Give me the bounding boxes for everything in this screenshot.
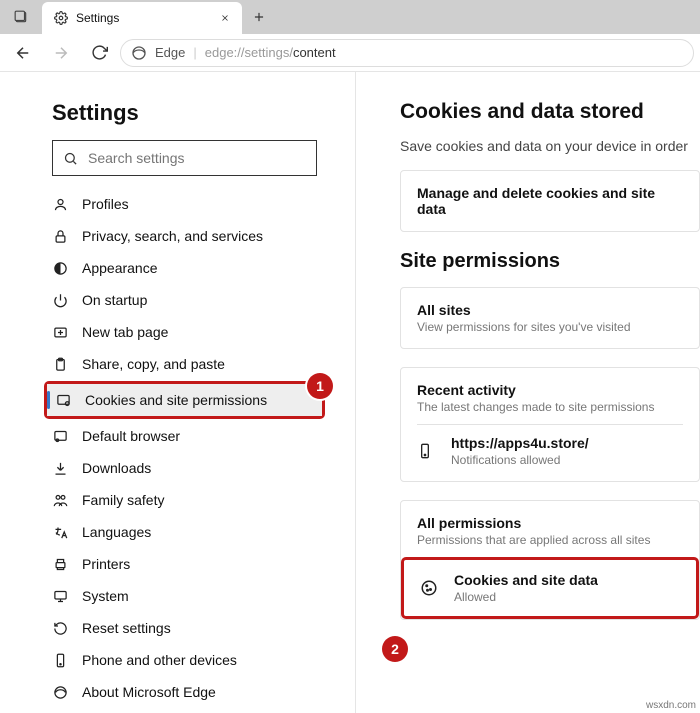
nav-label: Phone and other devices <box>82 652 237 668</box>
nav-cookies-permissions[interactable]: Cookies and site permissions <box>47 384 322 416</box>
activity-status: Notifications allowed <box>451 453 589 467</box>
watermark: wsxdn.com <box>646 700 696 711</box>
cookies-permission-row[interactable]: Cookies and site data Allowed <box>404 560 696 616</box>
recent-activity-title: Recent activity <box>417 382 683 398</box>
download-icon <box>52 461 68 476</box>
cookies-subtext: Save cookies and data on your device in … <box>400 138 700 154</box>
nav-label: New tab page <box>82 324 168 340</box>
settings-nav: Profiles Privacy, search, and services A… <box>44 188 337 708</box>
nav-label: Printers <box>82 556 130 572</box>
tab-title: Settings <box>76 11 212 25</box>
lock-icon <box>52 229 68 244</box>
nav-label: Reset settings <box>82 620 171 636</box>
cookies-heading: Cookies and data stored <box>400 100 700 124</box>
browser-toolbar: Edge | edge://settings/content <box>0 34 700 72</box>
edge-logo-icon <box>131 45 147 61</box>
refresh-button[interactable] <box>82 38 116 68</box>
tab-actions-icon[interactable] <box>0 0 42 34</box>
forward-button[interactable] <box>44 38 78 68</box>
profile-icon <box>52 197 68 212</box>
nav-label: Languages <box>82 524 151 540</box>
all-sites-desc: View permissions for sites you've visite… <box>417 320 683 334</box>
gear-icon <box>54 11 68 25</box>
all-permissions-desc: Permissions that are applied across all … <box>417 533 683 547</box>
search-settings[interactable] <box>52 140 317 176</box>
nav-about[interactable]: About Microsoft Edge <box>44 676 337 708</box>
address-url-path: content <box>293 45 336 60</box>
nav-phone[interactable]: Phone and other devices <box>44 644 337 676</box>
nav-label: Downloads <box>82 460 151 476</box>
nav-share[interactable]: Share, copy, and paste <box>44 348 337 380</box>
settings-content: Cookies and data stored Save cookies and… <box>356 72 700 713</box>
clipboard-icon <box>52 357 68 372</box>
address-url-scheme: edge://settings/ <box>205 45 293 60</box>
phone-icon <box>52 653 68 668</box>
cookie-icon <box>420 579 438 597</box>
system-icon <box>52 589 68 604</box>
power-icon <box>52 293 68 308</box>
close-tab-icon[interactable] <box>220 13 230 23</box>
nav-label: Share, copy, and paste <box>82 356 225 372</box>
printer-icon <box>52 557 68 572</box>
perm-row-title: Cookies and site data <box>454 572 598 588</box>
nav-system[interactable]: System <box>44 580 337 612</box>
nav-label: Profiles <box>82 196 129 212</box>
back-button[interactable] <box>6 38 40 68</box>
nav-label: Cookies and site permissions <box>85 392 267 408</box>
activity-site: https://apps4u.store/ <box>451 435 589 451</box>
family-icon <box>52 493 68 508</box>
phone-icon <box>417 443 433 459</box>
nav-label: System <box>82 588 129 604</box>
reset-icon <box>52 621 68 636</box>
manage-cookies-title: Manage and delete cookies and site data <box>417 185 683 217</box>
nav-appearance[interactable]: Appearance <box>44 252 337 284</box>
address-bar[interactable]: Edge | edge://settings/content <box>120 39 694 67</box>
nav-label: On startup <box>82 292 147 308</box>
nav-languages[interactable]: Languages <box>44 516 337 548</box>
settings-heading: Settings <box>52 100 337 126</box>
appearance-icon <box>52 261 68 276</box>
site-permissions-heading: Site permissions <box>400 250 700 273</box>
annotation-step-2: 2 <box>382 636 408 662</box>
search-icon <box>63 151 78 166</box>
search-input[interactable] <box>88 150 306 166</box>
languages-icon <box>52 525 68 540</box>
manage-cookies-card[interactable]: Manage and delete cookies and site data <box>400 170 700 232</box>
nav-downloads[interactable]: Downloads <box>44 452 337 484</box>
all-permissions-card: All permissions Permissions that are app… <box>400 500 700 620</box>
recent-activity-card: Recent activity The latest changes made … <box>400 367 700 482</box>
recent-activity-item[interactable]: https://apps4u.store/ Notifications allo… <box>417 424 683 467</box>
nav-label: Appearance <box>82 260 158 276</box>
address-separator: | <box>193 45 196 60</box>
tab-strip: Settings <box>0 0 700 34</box>
nav-startup[interactable]: On startup <box>44 284 337 316</box>
nav-label: About Microsoft Edge <box>82 684 216 700</box>
newtab-icon <box>52 325 68 340</box>
nav-label: Privacy, search, and services <box>82 228 263 244</box>
annotation-step-1: 1 <box>307 373 333 399</box>
perm-row-status: Allowed <box>454 590 598 604</box>
browser-icon <box>52 429 68 444</box>
all-sites-card[interactable]: All sites View permissions for sites you… <box>400 287 700 349</box>
nav-reset[interactable]: Reset settings <box>44 612 337 644</box>
nav-label: Family safety <box>82 492 164 508</box>
recent-activity-desc: The latest changes made to site permissi… <box>417 400 683 414</box>
new-tab-button[interactable] <box>242 0 276 34</box>
browser-tab-settings[interactable]: Settings <box>42 2 242 34</box>
permissions-icon <box>55 393 71 408</box>
all-sites-title: All sites <box>417 302 683 318</box>
address-brand: Edge <box>155 45 185 60</box>
nav-newtab[interactable]: New tab page <box>44 316 337 348</box>
nav-printers[interactable]: Printers <box>44 548 337 580</box>
nav-profiles[interactable]: Profiles <box>44 188 337 220</box>
edge-icon <box>52 685 68 700</box>
nav-label: Default browser <box>82 428 180 444</box>
all-permissions-title: All permissions <box>417 515 683 531</box>
nav-default-browser[interactable]: Default browser <box>44 420 337 452</box>
nav-family[interactable]: Family safety <box>44 484 337 516</box>
nav-privacy[interactable]: Privacy, search, and services <box>44 220 337 252</box>
settings-sidebar: Settings Profiles Privacy, search, and s… <box>0 72 356 713</box>
